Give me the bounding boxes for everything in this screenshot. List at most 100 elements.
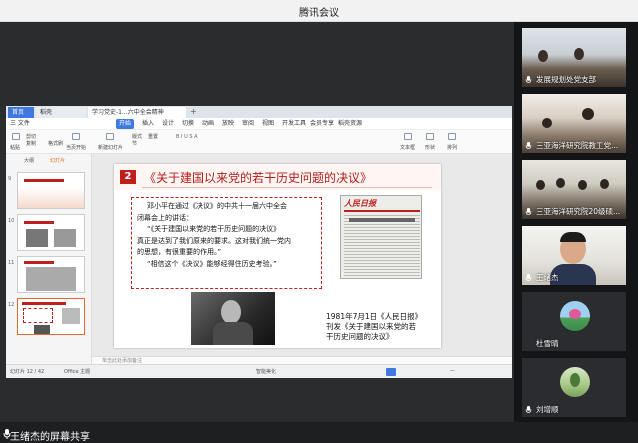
slide-section-number: 2 xyxy=(120,170,136,184)
participant-name: 发展规划处党支部 xyxy=(536,75,596,84)
slide-thumbnail[interactable] xyxy=(17,256,85,293)
slide-number: 12 xyxy=(8,302,15,308)
participant-tile[interactable]: 刘增顺 xyxy=(522,358,626,417)
slide-thumbnail[interactable] xyxy=(17,172,85,209)
slide-number: 11 xyxy=(8,260,15,266)
menu-file[interactable]: 三 文件 xyxy=(10,119,30,129)
document-tab-bar: 首页 稻壳 学习党史-1...六中全会精神 + xyxy=(6,106,512,118)
title-bar: 腾讯会议 xyxy=(0,0,638,22)
caption-line: 刊发《关于建国以来党的若 xyxy=(326,322,416,331)
participant-list: 发展规划处党支部 三亚海洋研究院教工党... 三亚海洋研究院20级硕... 王绪… xyxy=(514,22,638,422)
participant-name: 王绪杰 xyxy=(536,273,559,282)
copy-label[interactable]: 复制 xyxy=(26,140,36,147)
paste-label: 粘贴 xyxy=(10,145,21,151)
status-bar: 幻灯片 12 / 42 Office 主题 智能美化 — xyxy=(6,364,512,378)
participant-tile[interactable]: 杜雪晴 xyxy=(522,292,626,351)
microphone-icon xyxy=(525,406,532,413)
participant-tile[interactable]: 发展规划处党支部 xyxy=(522,28,626,87)
newspaper-image: 人民日报 xyxy=(340,195,422,279)
title-divider xyxy=(142,187,432,188)
slideshow-start-icon[interactable] xyxy=(72,133,80,140)
avatar xyxy=(560,367,590,397)
slide-thumbnail[interactable] xyxy=(17,214,85,251)
participant-tile[interactable]: 三亚海洋研究院20级硕... xyxy=(522,160,626,219)
participant-tile[interactable]: 王绪杰 xyxy=(522,226,626,285)
microphone-icon xyxy=(525,142,532,149)
panel-tab-slides[interactable]: 幻灯片 xyxy=(50,157,65,164)
format-painter-label[interactable]: 格式刷 xyxy=(48,140,63,147)
quote-line: 闭幕会上的讲话： xyxy=(137,213,193,222)
shared-screen: 首页 稻壳 学习党史-1...六中全会精神 + 三 文件 开始 插入 设计 切换… xyxy=(0,22,514,443)
textbox-icon[interactable] xyxy=(404,133,412,140)
slide-number: 10 xyxy=(8,218,15,224)
app-title: 腾讯会议 xyxy=(299,8,339,19)
newspaper-caption: 1981年7月1日《人民日报》 刊发《关于建国以来党的若 干历史问题的决议》 xyxy=(326,312,422,342)
tab-docer[interactable]: 稻壳 xyxy=(36,107,86,118)
font-controls[interactable]: B I U S A xyxy=(176,134,198,140)
participant-name: 杜雪晴 xyxy=(536,339,559,348)
participant-name: 刘增顺 xyxy=(536,405,559,414)
screen-share-label: 王绪杰的屏幕共享 xyxy=(10,432,90,443)
new-slide-label: 新建幻灯片 xyxy=(98,145,124,151)
arrange-icon[interactable] xyxy=(448,133,456,140)
tab-current-document[interactable]: 学习党史-1...六中全会精神 xyxy=(88,107,186,118)
participant-name: 三亚海洋研究院20级硕... xyxy=(536,207,621,216)
layout-label[interactable]: 版式 xyxy=(132,133,142,140)
wps-presentation-window: 首页 稻壳 学习党史-1...六中全会精神 + 三 文件 开始 插入 设计 切换… xyxy=(6,106,512,378)
quote-line: 邓小平在通过《决议》的中共十一届六中全会 xyxy=(147,202,287,210)
microphone-icon xyxy=(525,208,532,215)
slide-thumbnail-selected[interactable] xyxy=(17,298,85,335)
notes-pane[interactable]: 单击此处添加备注 xyxy=(92,356,512,364)
quote-line: 的思想，有很重要的作用。” xyxy=(137,248,222,256)
tab-home[interactable]: 首页 xyxy=(8,107,34,118)
menu-animation[interactable]: 动画 xyxy=(202,119,214,129)
microphone-icon xyxy=(525,76,532,83)
current-slide[interactable]: 2 《关于建国以来党的若干历史问题的决议》 邓小平在通过《决议》的中共十一届六中… xyxy=(114,164,441,348)
caption-line: 干历史问题的决议》 xyxy=(326,332,394,341)
menu-docer-resources[interactable]: 稻壳资源 xyxy=(338,119,362,129)
beautify-button[interactable]: 智能美化 xyxy=(256,368,276,375)
zoom-control[interactable]: — xyxy=(450,368,455,374)
menu-home[interactable]: 开始 xyxy=(116,119,135,129)
section-label[interactable]: 节 xyxy=(132,140,137,147)
menu-bar: 三 文件 开始 插入 设计 切换 动画 放映 审阅 视图 开发工具 会员专享 稻… xyxy=(6,118,512,130)
arrange-label: 排列 xyxy=(447,145,458,151)
ribbon-toolbar: 粘贴 剪切 复制 格式刷 当页开始 新建幻灯片 版式 节 重置 B I U S … xyxy=(6,130,512,154)
avatar xyxy=(560,301,590,331)
new-slide-icon[interactable] xyxy=(106,133,114,140)
textbox-label: 文本框 xyxy=(400,145,416,151)
shape-icon[interactable] xyxy=(426,133,434,140)
menu-member[interactable]: 会员专享 xyxy=(310,119,334,129)
participant-name: 三亚海洋研究院教工党... xyxy=(536,141,619,150)
slideshow-start-label: 当页开始 xyxy=(66,145,87,151)
quote-line: “《关于建国以来党的若干历史问题的决议》 xyxy=(147,225,281,233)
slide-panel: 大纲 幻灯片 9 10 11 12 xyxy=(6,154,92,364)
slide-number: 9 xyxy=(8,176,12,182)
quote-box: 邓小平在通过《决议》的中共十一届六中全会 闭幕会上的讲话： “《关于建国以来党的… xyxy=(131,197,322,289)
newspaper-masthead: 人民日报 xyxy=(344,199,376,208)
quote-line: 真正是达到了我们原来的要求。这对我们统一党内 xyxy=(137,236,291,245)
historical-photo xyxy=(191,292,275,345)
quote-line: “相信这个《决议》能够经得住历史考验。” xyxy=(147,259,277,268)
menu-transition[interactable]: 切换 xyxy=(182,119,194,129)
play-icon[interactable] xyxy=(386,368,396,376)
menu-view[interactable]: 视图 xyxy=(262,119,274,129)
panel-tab-outline[interactable]: 大纲 xyxy=(24,157,34,164)
caption-line: 1981年7月1日《人民日报》 xyxy=(326,312,423,321)
menu-developer[interactable]: 开发工具 xyxy=(282,119,306,129)
slide-title: 《关于建国以来党的若干历史问题的决议》 xyxy=(144,171,373,185)
theme-name: Office 主题 xyxy=(64,369,91,375)
cut-label[interactable]: 剪切 xyxy=(26,133,36,140)
microphone-icon xyxy=(525,274,532,281)
participant-tile[interactable]: 三亚海洋研究院教工党... xyxy=(522,94,626,153)
slide-canvas: 2 《关于建国以来党的若干历史问题的决议》 邓小平在通过《决议》的中共十一届六中… xyxy=(92,154,512,364)
reset-label[interactable]: 重置 xyxy=(148,133,158,140)
new-tab-button[interactable]: + xyxy=(190,107,197,116)
paste-icon[interactable] xyxy=(12,133,20,140)
menu-design[interactable]: 设计 xyxy=(162,119,174,129)
shape-label: 形状 xyxy=(425,145,436,151)
menu-slideshow[interactable]: 放映 xyxy=(222,119,234,129)
menu-insert[interactable]: 插入 xyxy=(142,119,154,129)
slide-counter: 幻灯片 12 / 42 xyxy=(10,369,45,375)
menu-review[interactable]: 审阅 xyxy=(242,119,254,129)
